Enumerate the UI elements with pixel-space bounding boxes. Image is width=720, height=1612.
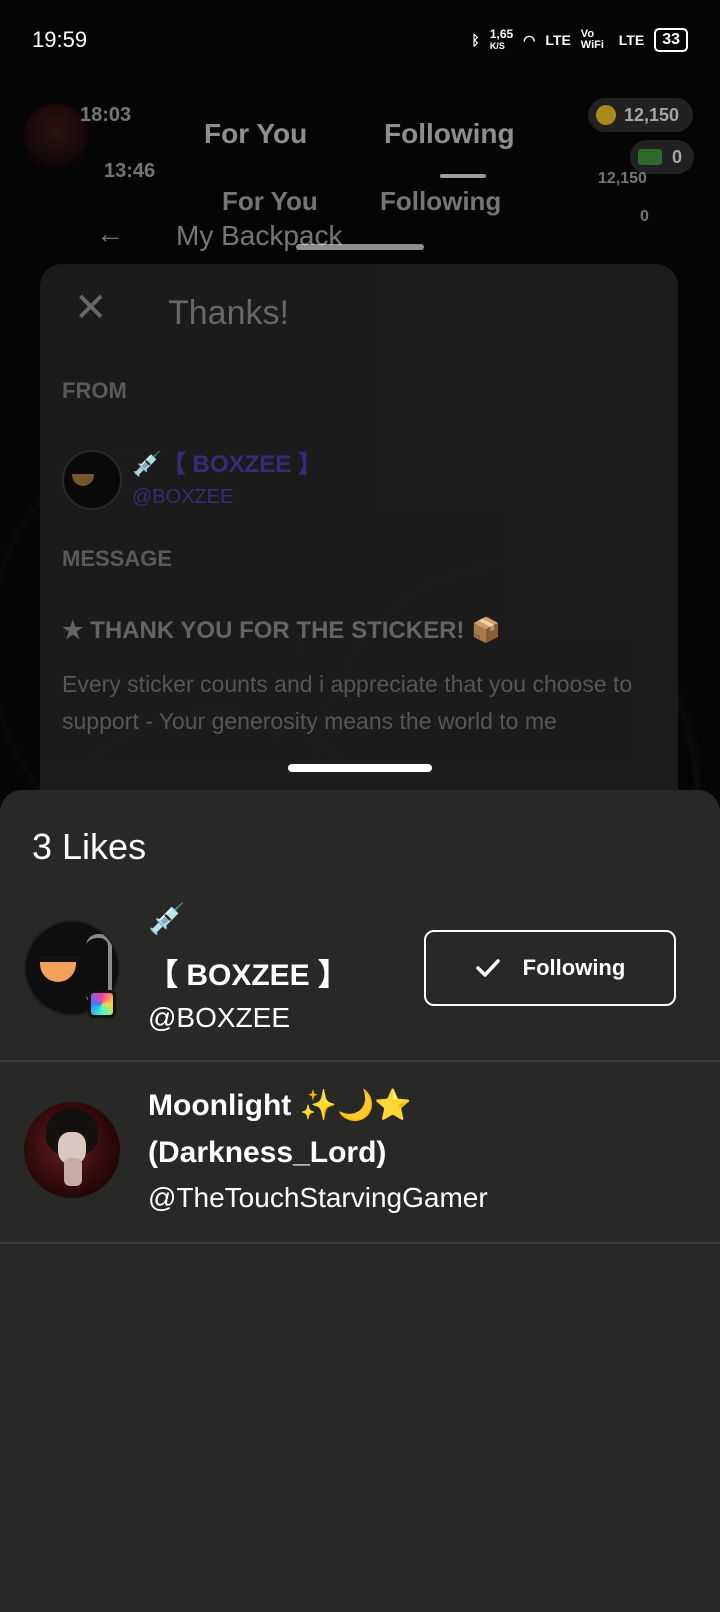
user-name-line-2: (Darkness_Lord) — [148, 1136, 387, 1169]
following-button[interactable]: Following — [424, 930, 676, 1006]
avatar[interactable] — [24, 1102, 120, 1198]
message-label: MESSAGE — [62, 546, 173, 571]
status-bar: 19:59 ᛒ 1,65 K/S ◠ LTE Vo WiFi LTE 33 — [0, 0, 720, 80]
sender-avatar[interactable] — [62, 450, 122, 510]
dialog-title: Thanks! — [168, 294, 289, 332]
user-handle: @BOXZEE — [148, 1002, 291, 1033]
lte-signal-2: LTE — [618, 32, 645, 48]
lte-signal-1: LTE — [545, 32, 571, 48]
ghost-tab-for-you: For You — [222, 186, 318, 216]
close-icon[interactable]: ✕ — [74, 288, 108, 328]
back-arrow-icon: ← — [96, 218, 124, 249]
ghost-props: 0 — [640, 208, 649, 225]
ghost-tab-following: Following — [380, 186, 502, 216]
likes-sheet: 3 Likes 💉 【 BOXZEE 】 @BOXZEE Following M… — [0, 790, 720, 1612]
following-label: Following — [522, 955, 626, 980]
user-name: 【 BOXZEE 】 — [148, 959, 349, 992]
sheet-drag-handle[interactable] — [288, 764, 432, 772]
ghost-coins: 12,150 — [598, 170, 647, 187]
battery-icon: 33 — [654, 28, 688, 52]
status-icons: ᛒ 1,65 K/S ◠ LTE Vo WiFi LTE 33 — [471, 28, 688, 52]
net-speed: 1,65 K/S — [489, 27, 514, 51]
coin-icon — [596, 105, 616, 125]
wifi-icon: ◠ — [523, 31, 536, 48]
sender-name[interactable]: 💉【 BOXZEE 】 — [132, 444, 322, 479]
tab-underline — [440, 174, 486, 178]
props-balance[interactable]: 0 — [630, 140, 695, 174]
props-icon — [638, 149, 662, 165]
likes-title: 3 Likes — [32, 826, 147, 867]
sheet-handle-background — [296, 244, 424, 250]
tab-for-you[interactable]: For You — [204, 118, 307, 150]
tab-following[interactable]: Following — [384, 118, 515, 150]
from-label: FROM — [62, 378, 127, 403]
message-body: Every sticker counts and i appreciate th… — [62, 671, 633, 734]
sender-handle[interactable]: @BOXZEE — [132, 486, 233, 509]
check-icon — [475, 959, 500, 977]
thanks-dialog: ✕ Thanks! FROM 💉【 BOXZEE 】 @BOXZEE MESSA… — [40, 264, 678, 824]
coins-balance[interactable]: 12,150 — [588, 98, 694, 132]
user-emoji: 💉 — [148, 903, 186, 936]
badge-icon — [88, 990, 116, 1018]
bluetooth-icon: ᛒ — [471, 32, 480, 48]
list-item[interactable]: Moonlight ✨🌙⭐ (Darkness_Lord) @TheTouchS… — [0, 1062, 720, 1242]
vowifi-label: Vo WiFi — [580, 28, 604, 51]
divider — [0, 1242, 720, 1244]
list-item[interactable]: 💉 【 BOXZEE 】 @BOXZEE Following — [0, 900, 720, 1060]
user-name-line-1: Moonlight ✨🌙⭐ — [148, 1089, 412, 1122]
status-time: 19:59 — [32, 27, 88, 52]
message-title: ★ THANK YOU FOR THE STICKER! 📦 — [62, 617, 501, 644]
user-handle: @TheTouchStarvingGamer — [148, 1182, 488, 1213]
ghost-time-2: 13:46 — [104, 160, 156, 182]
